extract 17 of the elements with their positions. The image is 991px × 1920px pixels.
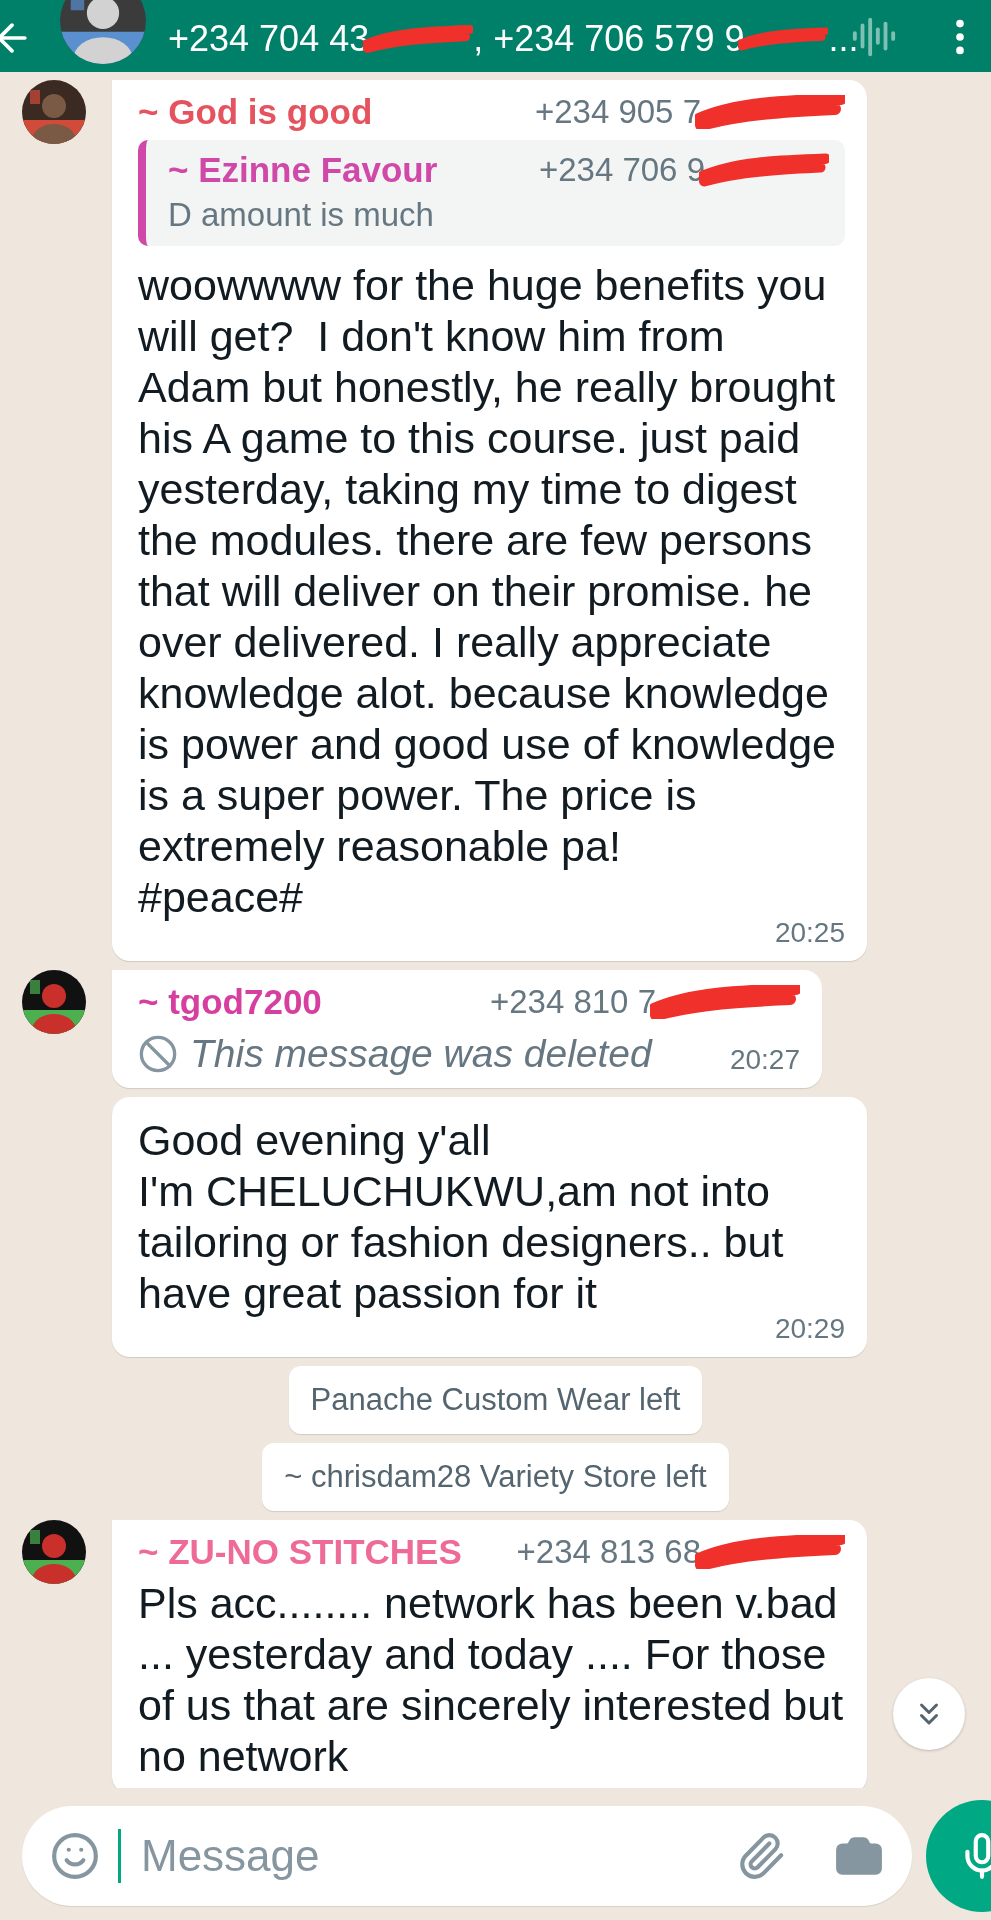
message-field[interactable]: Message [22,1806,912,1906]
system-notice: ~ chrisdam28 Variety Store left [262,1443,729,1511]
quote-text: D amount is much [168,196,435,234]
message-input[interactable]: Message [139,1830,718,1882]
sender-name: ~ Ezinne Favour [168,150,439,190]
message-bubble[interactable]: ~ tgod7200 +234 810 7 This message was deleted 20:27 [112,970,822,1088]
sender-name: ~ ZU-NO STITCHES [138,1532,463,1572]
sender-name: ~ tgod7200 [138,982,323,1022]
phone-number: +234 810 7 [489,983,656,1021]
participants-text: ... [828,18,859,60]
sender-name: ~ God is good [138,92,374,132]
deleted-notice: This message was deleted [190,1032,654,1076]
system-notice: Panache Custom Wear left [288,1366,703,1434]
message-time: 20:27 [729,1044,800,1076]
message-text: Pls acc........ network has been v.bad ... yesterday and today .... For those of us that are sincerely interested but no network [138,1578,845,1782]
phone-number: +234 905 7 [534,93,701,131]
message-bubble[interactable]: Good evening y'all I'm CHELUCHUKWU,am not into tailoring or fashion designers.. but have great passion for it 20:29 [112,1097,867,1357]
